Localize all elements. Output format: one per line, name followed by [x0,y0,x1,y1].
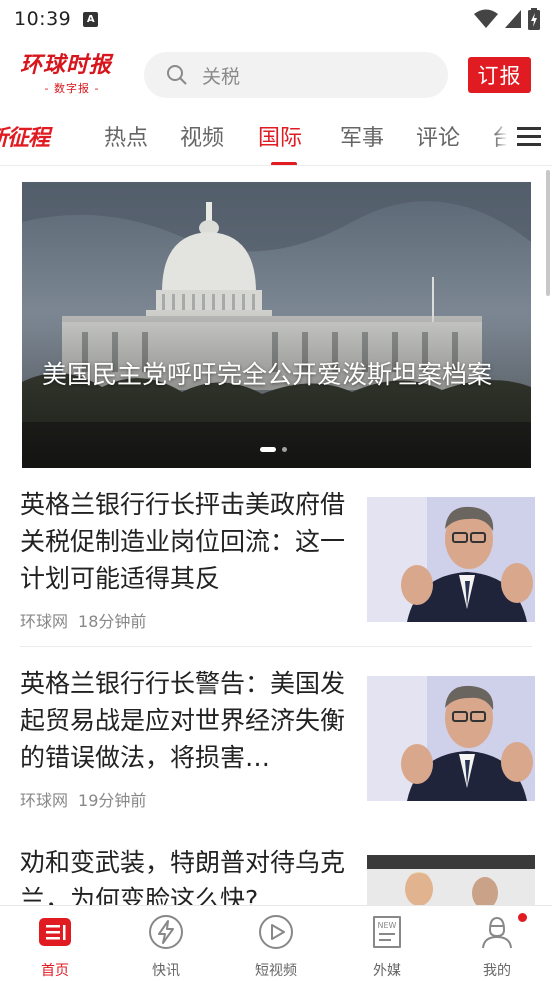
search-icon [167,65,187,85]
news-time: 19分钟前 [78,791,147,810]
logo-title: 环球时报 [20,52,113,78]
news-title: 劝和变武装，特朗普对待乌克兰，为何变脸这么快? [20,848,346,905]
hero-banner[interactable]: 美国民主党呼吁完全公开爱泼斯坦案档案 [22,182,531,468]
news-title: 英格兰银行行长抨击美政府借关税促制造业岗位回流：这一计划可能适得其反 [20,490,346,593]
news-source: 环球网 [20,791,69,810]
tab-commentary[interactable]: 评论 [416,120,460,152]
status-time: 10:39 [14,8,72,30]
leaders-photo-image [367,855,535,905]
news-item[interactable]: 劝和变武装，特朗普对待乌克兰，为何变脸这么快? [20,844,535,905]
news-icon: NEW [373,916,401,948]
tab-international[interactable]: 国际 [258,120,302,152]
active-tab-indicator [271,162,297,165]
news-thumbnail [367,497,535,622]
nav-profile[interactable]: 我的 [457,914,537,980]
notification-badge [518,913,527,922]
scrollbar[interactable] [546,170,550,296]
capitol-building-image [22,182,531,468]
bottom-navigation: 首页 快讯 短视频 NEW 外媒 我的 [0,905,552,981]
channel-tabs: 新征程 热点 视频 国际 军事 评论 台 [0,110,552,166]
subscribe-button[interactable]: 订报 [468,57,531,93]
search-input[interactable]: 关税 [144,52,448,98]
status-indicators [474,8,540,30]
app-header: 环球时报 - 数字报 - 关税 订报 [0,48,552,104]
nav-foreign-media[interactable]: NEW 外媒 [347,914,427,980]
news-thumbnail [367,855,535,905]
nav-label: 快讯 [152,963,180,979]
tab-hot[interactable]: 热点 [104,120,148,152]
wifi-icon [474,9,498,28]
app-logo[interactable]: 环球时报 - 数字报 - [20,52,124,100]
carousel-dot [282,447,287,452]
lightning-icon [149,915,183,949]
tab-video[interactable]: 视频 [180,120,224,152]
channel-menu-button[interactable] [506,110,552,164]
nav-label: 首页 [41,963,69,979]
nav-label: 外媒 [373,963,401,979]
nav-label: 短视频 [255,963,297,979]
news-source: 环球网 [20,612,69,631]
search-placeholder: 关税 [202,65,241,88]
news-meta: 环球网 19分钟前 [20,787,146,811]
carousel-indicator [260,447,287,452]
nav-flash-news[interactable]: 快讯 [126,914,206,980]
speaker-photo-image [367,676,535,801]
profile-icon [482,916,512,949]
speaker-photo-image [367,497,535,622]
nav-short-video[interactable]: 短视频 [236,914,316,980]
divider [20,646,532,647]
news-meta: 环球网 18分钟前 [20,608,146,632]
status-bar: 10:39 A [0,0,552,38]
news-item[interactable]: 英格兰银行行长抨击美政府借关税促制造业岗位回流：这一计划可能适得其反 环球网 18… [20,486,535,631]
tab-military[interactable]: 军事 [340,120,384,152]
notification-a-icon: A [83,11,99,27]
logo-subtitle: - 数字报 - [44,82,100,95]
hero-title: 美国民主党呼吁完全公开爱泼斯坦案档案 [42,360,493,389]
tab-new-journey[interactable]: 新征程 [0,120,50,152]
news-thumbnail [367,676,535,801]
svg-text:NEW: NEW [378,921,397,930]
news-title: 英格兰银行行长警告：美国发起贸易战是应对世界经济失衡的错误做法，将损害… [20,669,346,772]
menu-icon [517,127,541,147]
battery-icon [528,8,540,30]
signal-icon [505,10,521,28]
home-icon [39,918,71,946]
play-icon [259,915,293,949]
nav-home[interactable]: 首页 [15,914,95,980]
nav-label: 我的 [483,963,511,979]
news-item[interactable]: 英格兰银行行长警告：美国发起贸易战是应对世界经济失衡的错误做法，将损害… 环球网… [20,665,535,810]
carousel-dot-active [260,447,276,452]
news-time: 18分钟前 [78,612,147,631]
